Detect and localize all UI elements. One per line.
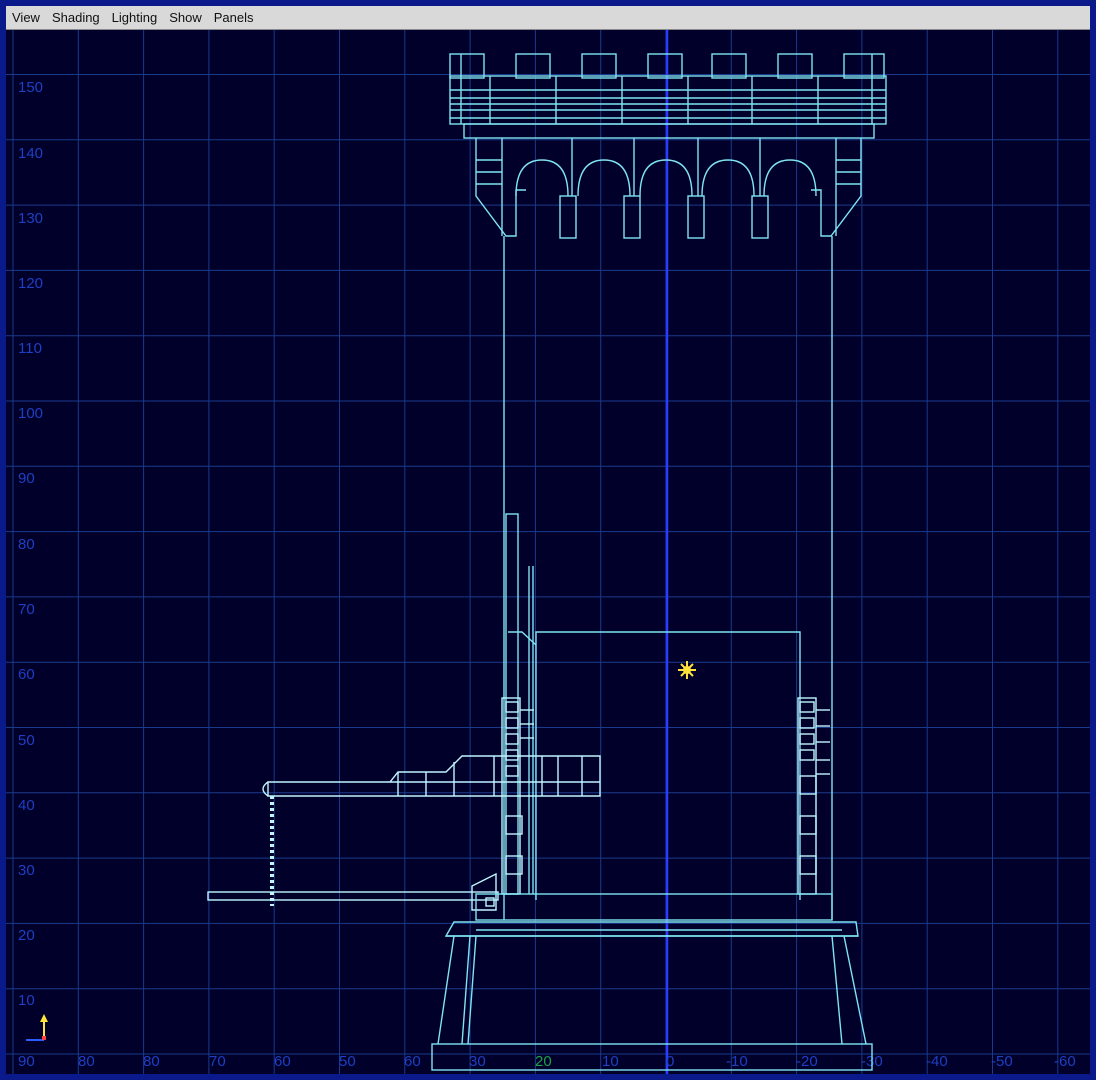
bridge-deck — [207, 872, 499, 911]
x-tick-label: 80 — [143, 1053, 160, 1070]
menu-view[interactable]: View — [12, 10, 40, 25]
machicolation-arches — [475, 138, 862, 239]
y-tick-label: 30 — [18, 862, 35, 879]
menu-panels[interactable]: Panels — [214, 10, 254, 25]
menu-shading[interactable]: Shading — [52, 10, 100, 25]
x-tick-label: -60 — [1054, 1053, 1076, 1070]
x-tick-label: 10 — [602, 1053, 619, 1070]
x-tick-label: 90 — [18, 1053, 35, 1070]
y-tick-label: 70 — [18, 601, 35, 618]
y-tick-label: 100 — [18, 405, 43, 422]
x-tick-label: -10 — [726, 1053, 748, 1070]
drawbridge-arm — [262, 755, 601, 797]
y-axis-ticks: 150 140 130 120 110 100 90 80 70 60 50 4… — [18, 79, 43, 1009]
point-light-icon[interactable] — [678, 661, 696, 679]
menu-lighting[interactable]: Lighting — [112, 10, 158, 25]
y-tick-label: 10 — [18, 992, 35, 1009]
x-tick-label: -40 — [926, 1053, 948, 1070]
y-tick-label: 50 — [18, 732, 35, 749]
y-tick-label: 90 — [18, 470, 35, 487]
x-tick-label: 50 — [339, 1053, 356, 1070]
viewport-canvas[interactable]: 150 140 130 120 110 100 90 80 70 60 50 4… — [6, 30, 1090, 1074]
grid — [6, 30, 1090, 1074]
x-tick-label: 70 — [209, 1053, 226, 1070]
x-tick-label: 30 — [469, 1053, 486, 1070]
x-tick-label: 60 — [274, 1053, 291, 1070]
y-tick-label: 40 — [18, 797, 35, 814]
y-tick-label: 130 — [18, 210, 43, 227]
axis-gizmo-icon — [26, 1014, 48, 1041]
menu-show[interactable]: Show — [169, 10, 202, 25]
x-tick-label: -50 — [991, 1053, 1013, 1070]
x-tick-label: 60 — [404, 1053, 421, 1070]
tower-wireframe-model[interactable] — [207, 53, 887, 1071]
y-tick-label: 60 — [18, 666, 35, 683]
gate-opening — [505, 513, 801, 900]
y-tick-label: 110 — [18, 340, 42, 357]
y-tick-label: 20 — [18, 927, 35, 944]
x-tick-label: -20 — [796, 1053, 818, 1070]
viewport-panel-frame: View Shading Lighting Show Panels 150 14… — [0, 0, 1096, 1080]
y-tick-label: 140 — [18, 145, 43, 162]
y-tick-label: 120 — [18, 275, 43, 292]
y-tick-label: 150 — [18, 79, 43, 96]
panel-menubar: View Shading Lighting Show Panels — [6, 6, 1090, 30]
orthographic-viewport[interactable]: 150 140 130 120 110 100 90 80 70 60 50 4… — [6, 30, 1090, 1074]
y-tick-label: 80 — [18, 536, 35, 553]
x-axis-ticks: 90 80 80 70 60 50 60 30 20 10 0 -10 -20 … — [18, 1053, 1076, 1070]
x-tick-label: 80 — [78, 1053, 95, 1070]
x-tick-label-origin: 20 — [535, 1053, 552, 1070]
x-tick-label: 0 — [666, 1053, 674, 1070]
tower-base — [431, 893, 873, 1071]
